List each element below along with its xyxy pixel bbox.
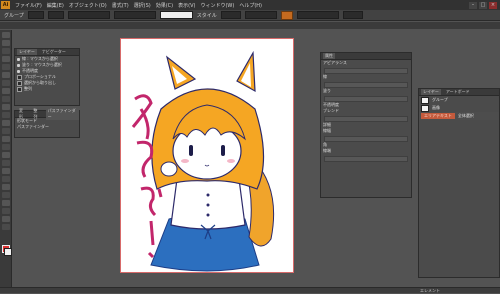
layers-panel: レイヤー アートボード グループ 画像 エリアテキスト 全体選択	[418, 88, 500, 278]
symbol-sprayer-tool-icon[interactable]	[1, 184, 10, 190]
properties-panel: 属性 アピアランス 線 塗り 不透明度 ブレンド 詳細 線幅 角 線端	[320, 52, 412, 198]
zoom-tool-icon[interactable]	[1, 224, 10, 230]
menu-edit[interactable]: 編集(E)	[47, 2, 64, 9]
tab-navigator[interactable]: ナビゲーター	[40, 49, 68, 55]
gradient-tool-icon[interactable]	[1, 160, 10, 166]
hand-tool-icon[interactable]	[1, 216, 10, 222]
fill-dropdown[interactable]	[27, 11, 44, 19]
scale-tool-icon[interactable]	[1, 120, 10, 126]
style-label: スタイル	[196, 12, 217, 19]
free-transform-tool-icon[interactable]	[1, 136, 10, 142]
selected-layer-value: 全体選択	[457, 113, 474, 118]
visibility-icon[interactable]	[17, 69, 20, 73]
align-buttons[interactable]	[244, 11, 277, 19]
artboard-tool-icon[interactable]	[1, 200, 10, 206]
tab-attributes[interactable]: 属性	[323, 53, 335, 59]
layer-name: 画像	[432, 105, 440, 110]
menu-file[interactable]: ファイル(F)	[15, 2, 42, 9]
pen-tool-icon[interactable]	[1, 56, 10, 62]
width-tool-icon[interactable]	[1, 128, 10, 134]
opacity-input[interactable]	[159, 11, 193, 19]
line-tool-icon[interactable]	[1, 72, 10, 78]
eyedropper-tool-icon[interactable]	[1, 168, 10, 174]
menu-effect[interactable]: 効果(C)	[156, 2, 173, 9]
document-tab-strip	[0, 22, 500, 29]
property-row: 塗り	[323, 88, 331, 93]
window-controls: – □ ×	[469, 1, 497, 9]
menu-window[interactable]: ウィンドウ(W)	[200, 2, 234, 9]
property-row: アピアランス	[323, 60, 347, 65]
tab-artboards[interactable]: アートボード	[444, 89, 472, 95]
stroke-swatch[interactable]	[4, 248, 12, 256]
appearance-panel-header: レイヤー ナビゲーター	[15, 49, 79, 56]
magic-wand-tool-icon[interactable]	[1, 48, 10, 54]
pencil-tool-icon[interactable]	[1, 96, 10, 102]
rotate-tool-icon[interactable]	[1, 112, 10, 118]
tab-layers[interactable]: レイヤー	[421, 89, 441, 95]
status-bar: エレメント	[0, 287, 500, 293]
app-logo: Ai	[1, 1, 10, 9]
tools-panel	[0, 30, 12, 288]
visibility-icon[interactable]	[17, 57, 20, 61]
layer-name: グループ	[432, 97, 448, 102]
paintbrush-tool-icon[interactable]	[1, 88, 10, 94]
menu-help[interactable]: ヘルプ(H)	[239, 2, 262, 9]
selected-layer-label: エリアテキスト	[421, 113, 455, 119]
checkbox[interactable]	[17, 86, 22, 92]
menu-type[interactable]: 書式(T)	[112, 2, 129, 9]
checkbox[interactable]	[17, 74, 22, 80]
style-dropdown[interactable]	[220, 11, 241, 19]
panel-row[interactable]: 整列	[15, 86, 79, 92]
maximize-button[interactable]: □	[479, 1, 487, 9]
graph-tool-icon[interactable]	[1, 192, 10, 198]
property-row: ブレンド	[323, 108, 339, 113]
minimize-button[interactable]: –	[469, 1, 477, 9]
visibility-icon[interactable]	[17, 63, 20, 67]
layer-thumbnail	[421, 104, 429, 112]
menu-bar: Ai ファイル(F) 編集(E) オブジェクト(O) 書式(T) 選択(S) 効…	[0, 0, 500, 10]
stroke-dropdown[interactable]	[47, 11, 64, 19]
tab-layers-small[interactable]: レイヤー	[17, 49, 37, 55]
layers-panel-header: レイヤー アートボード	[419, 89, 499, 96]
variable-width-dropdown[interactable]	[113, 11, 156, 19]
slice-tool-icon[interactable]	[1, 208, 10, 214]
layer-row-selected[interactable]: エリアテキスト 全体選択	[419, 112, 499, 120]
stroke-weight-dropdown[interactable]	[67, 11, 110, 19]
pathfinders-row: パスファインダー	[17, 124, 49, 129]
direct-selection-tool-icon[interactable]	[1, 40, 10, 46]
artboard[interactable]	[120, 38, 294, 273]
layer-row-group[interactable]: グループ	[419, 96, 499, 104]
pathfinder-panel-header: 変形 整列 パスファインダー	[15, 108, 79, 120]
layer-row-image[interactable]: 画像	[419, 104, 499, 112]
layer-thumbnail	[421, 96, 429, 104]
blend-tool-icon[interactable]	[1, 176, 10, 182]
close-button[interactable]: ×	[489, 1, 497, 9]
eraser-tool-icon[interactable]	[1, 104, 10, 110]
property-row: 線	[323, 74, 327, 79]
menu-view[interactable]: 表示(V)	[178, 2, 195, 9]
shape-builder-tool-icon[interactable]	[1, 144, 10, 150]
control-bar: グループ スタイル	[0, 10, 500, 21]
transform-button[interactable]	[280, 10, 293, 20]
menu-object[interactable]: オブジェクト(O)	[69, 2, 107, 9]
pathfinder-panel: 変形 整列 パスファインダー 形状モード パスファインダー	[14, 108, 80, 138]
status-text: エレメント	[420, 288, 440, 293]
arrange-buttons[interactable]	[296, 11, 339, 19]
menu-select[interactable]: 選択(S)	[134, 2, 151, 9]
workspace-dropdown[interactable]	[342, 11, 363, 19]
fox-girl-illustration	[131, 50, 275, 272]
property-row: 線端	[323, 148, 331, 153]
appearance-panel: レイヤー ナビゲーター 線 : マウスから選択 塗り : マウスから選択 不透明…	[14, 48, 80, 106]
properties-panel-header: 属性	[321, 53, 411, 60]
checkbox[interactable]	[17, 80, 22, 86]
type-tool-icon[interactable]	[1, 64, 10, 70]
selection-type-label: グループ	[4, 12, 24, 19]
selection-tool-icon[interactable]	[1, 32, 10, 38]
tab-pathfinder[interactable]: パスファインダー	[45, 108, 79, 120]
mesh-tool-icon[interactable]	[1, 152, 10, 158]
property-row: 線幅	[323, 128, 331, 133]
property-field[interactable]	[324, 156, 408, 162]
rectangle-tool-icon[interactable]	[1, 80, 10, 86]
